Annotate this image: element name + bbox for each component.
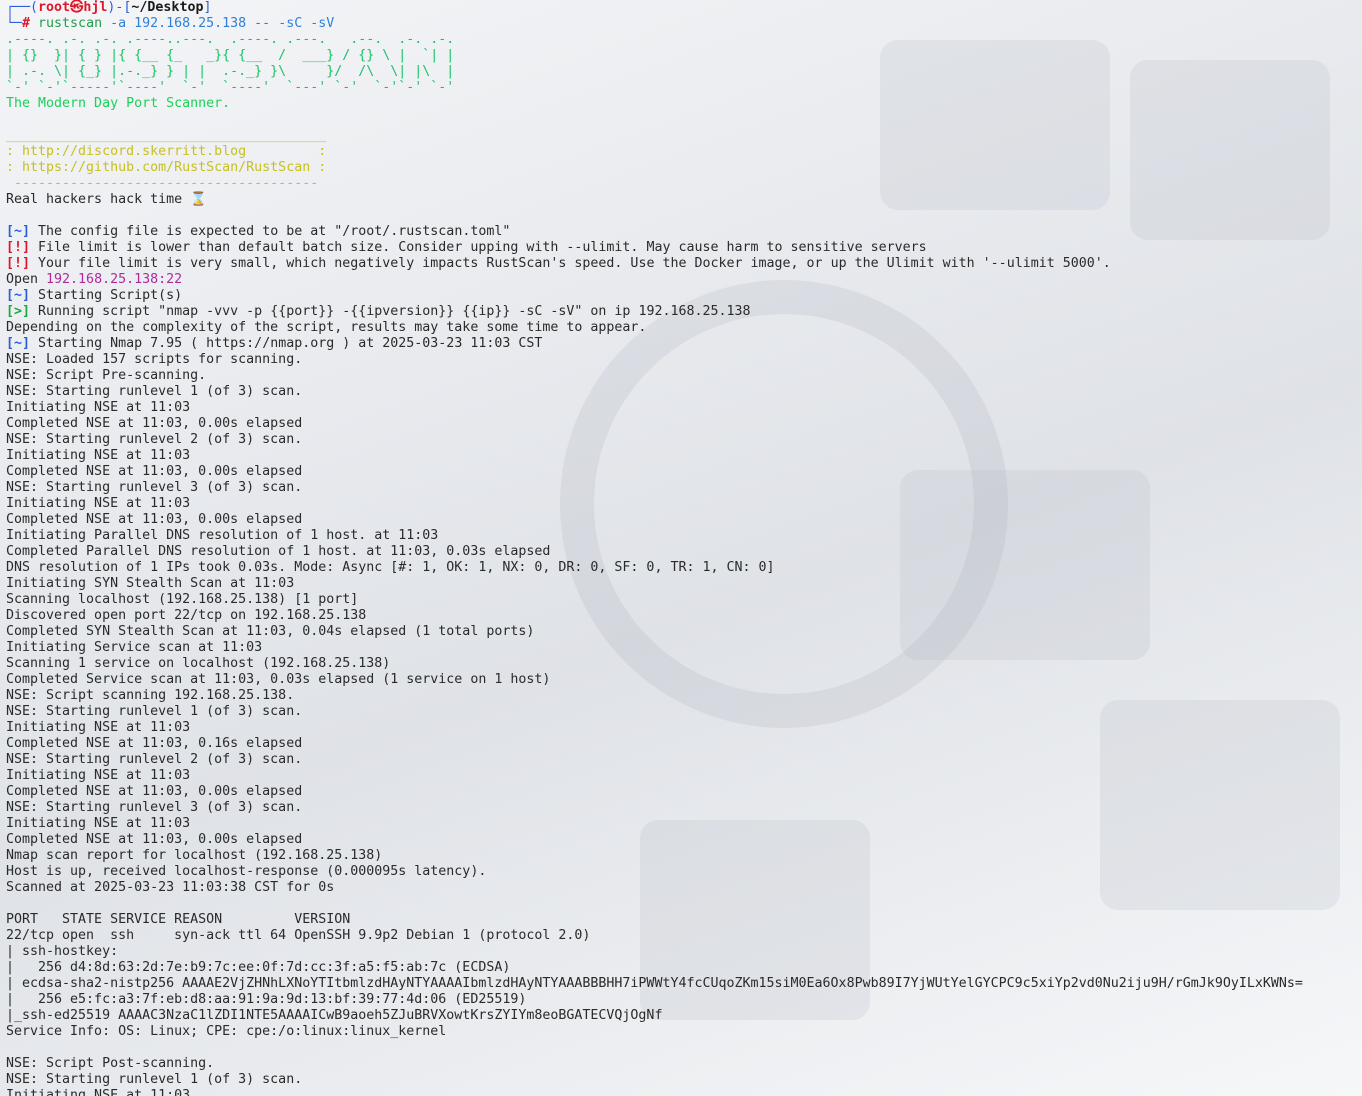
banner-line-1: .----. .-. .-. .----..---. .----. .---. …: [6, 32, 455, 47]
output-line: Service Info: OS: Linux; CPE: cpe:/o:lin…: [6, 1024, 447, 1039]
output-line: Completed NSE at 11:03, 0.00s elapsed: [6, 416, 303, 431]
output-line: NSE: Starting runlevel 1 (of 3) scan.: [6, 704, 303, 719]
output-line: Completed Parallel DNS resolution of 1 h…: [6, 544, 551, 559]
output-line: Host is up, received localhost-response …: [6, 864, 487, 879]
prompt-line-top: ┌──(root㉿hjl)-[~/Desktop]: [6, 0, 1356, 16]
output-line: | 256 e5:fc:a3:7f:eb:d8:aa:91:9a:9d:13:b…: [6, 992, 527, 1007]
open-target: 192.168.25.138:22: [46, 272, 183, 287]
output-line: Initiating NSE at 11:03: [6, 768, 191, 783]
script-message-line: [~] Starting Nmap 7.95 ( https://nmap.or…: [6, 336, 1356, 352]
status-message-tag: [!]: [6, 256, 31, 271]
output-line: Initiating NSE at 11:03: [6, 1088, 191, 1096]
open-port-line: Open 192.168.25.138:22: [6, 272, 1356, 288]
script-message-line: Depending on the complexity of the scrip…: [6, 320, 1356, 336]
banner-line-3: | .-. \| {_} |.-._} } | | .-._} }\ }/ /\…: [6, 64, 455, 79]
output-line: NSE: Script scanning 192.168.25.138.: [6, 688, 295, 703]
banner-line-4: `-' `-'`-----'`----' `-' `----' `---' `-…: [6, 80, 455, 95]
command-args: -a 192.168.25.138 -- -sC -sV: [102, 16, 335, 31]
output-line: NSE: Script Post-scanning.: [6, 1056, 215, 1071]
status-message-text: File limit is lower than default batch s…: [30, 240, 927, 255]
output-line: Scanning 1 service on localhost (192.168…: [6, 656, 391, 671]
output-line: Initiating NSE at 11:03: [6, 496, 191, 511]
prompt-directory: ~/Desktop: [131, 0, 204, 15]
output-line: Completed Service scan at 11:03, 0.03s e…: [6, 672, 551, 687]
script-message-text: Running script "nmap -vvv -p {{port}} -{…: [30, 304, 751, 319]
nmap-output: NSE: Loaded 157 scripts for scanning. NSE…: [6, 352, 1356, 1096]
status-message-line: [!] Your file limit is very small, which…: [6, 256, 1356, 272]
script-message-tag: [~]: [6, 288, 31, 303]
github-link[interactable]: : https://github.com/RustScan/RustScan :: [6, 160, 1356, 176]
prompt-frame-mid: )-[: [107, 0, 132, 15]
output-line: Completed NSE at 11:03, 0.00s elapsed: [6, 512, 303, 527]
script-message-tag: [>]: [6, 304, 31, 319]
output-line: Initiating NSE at 11:03: [6, 816, 191, 831]
output-line: Initiating NSE at 11:03: [6, 720, 191, 735]
output-line: NSE: Starting runlevel 3 (of 3) scan.: [6, 800, 303, 815]
output-line: Initiating NSE at 11:03: [6, 448, 191, 463]
tagline: The Modern Day Port Scanner.: [6, 96, 231, 111]
output-line: PORT STATE SERVICE REASON VERSION: [6, 912, 351, 927]
status-message-line: [~] The config file is expected to be at…: [6, 224, 1356, 240]
script-message-line: [~] Starting Script(s): [6, 288, 1356, 304]
output-line: NSE: Script Pre-scanning.: [6, 368, 207, 383]
prompt-frame-top: ┌──(: [6, 0, 39, 15]
status-message-line: [!] File limit is lower than default bat…: [6, 240, 1356, 256]
script-message-tag: [~]: [6, 336, 31, 351]
prompt-hash: #: [22, 16, 39, 31]
output-line: NSE: Starting runlevel 3 (of 3) scan.: [6, 480, 303, 495]
output-line: | ecdsa-sha2-nistp256 AAAAE2VjZHNhLXNoYT…: [6, 976, 1303, 991]
status-message-text: The config file is expected to be at "/r…: [30, 224, 511, 239]
output-line: Completed NSE at 11:03, 0.00s elapsed: [6, 784, 303, 799]
terminal-window[interactable]: ┌──(root㉿hjl)-[~/Desktop] └─# rustscan -…: [6, 0, 1356, 1096]
banner-line-2: | {} }| { } |{ {__ {_ _}{ {__ / ___} / {…: [6, 48, 455, 63]
output-line: Completed SYN Stealth Scan at 11:03, 0.0…: [6, 624, 535, 639]
output-line: Initiating Service scan at 11:03: [6, 640, 263, 655]
output-line: |_ssh-ed25519 AAAAC3NzaC1lZDI1NTE5AAAAIC…: [6, 1008, 663, 1023]
output-line: Initiating SYN Stealth Scan at 11:03: [6, 576, 295, 591]
output-line: Discovered open port 22/tcp on 192.168.2…: [6, 608, 367, 623]
status-message-tag: [~]: [6, 224, 31, 239]
output-line: Initiating Parallel DNS resolution of 1 …: [6, 528, 439, 543]
discord-link[interactable]: : http://discord.skerritt.blog :: [6, 144, 1356, 160]
output-line: Nmap scan report for localhost (192.168.…: [6, 848, 383, 863]
output-line: NSE: Loaded 157 scripts for scanning.: [6, 352, 303, 367]
info-rule-bottom: --------------------------------------: [6, 176, 319, 191]
quote-line: Real hackers hack time ⌛: [6, 192, 207, 207]
output-line: DNS resolution of 1 IPs took 0.03s. Mode…: [6, 560, 775, 575]
output-line: NSE: Starting runlevel 1 (of 3) scan.: [6, 1072, 303, 1087]
script-message-list: [~] Starting Script(s) [>] Running script…: [6, 288, 1356, 352]
output-line: | ssh-hostkey:: [6, 944, 127, 959]
output-line: 22/tcp open ssh syn-ack ttl 64 OpenSSH 9…: [6, 928, 591, 943]
output-line: Scanning localhost (192.168.25.138) [1 p…: [6, 592, 359, 607]
output-line: Completed NSE at 11:03, 0.00s elapsed: [6, 464, 303, 479]
output-line: | 256 d4:8d:63:2d:7e:b9:7c:ee:0f:7d:cc:3…: [6, 960, 511, 975]
script-message-line: [>] Running script "nmap -vvv -p {{port}…: [6, 304, 1356, 320]
prompt-frame-end: ]: [203, 0, 212, 15]
prompt-user-host: root㉿hjl: [38, 0, 108, 15]
status-message-text: Your file limit is very small, which neg…: [30, 256, 1111, 271]
output-line: NSE: Starting runlevel 2 (of 3) scan.: [6, 752, 303, 767]
output-line: Completed NSE at 11:03, 0.00s elapsed: [6, 832, 303, 847]
open-label: Open: [6, 272, 47, 287]
info-rule-top: ________________________________________: [6, 128, 327, 143]
command-name: rustscan: [38, 16, 103, 31]
script-message-text: Depending on the complexity of the scrip…: [6, 320, 647, 335]
output-line: Initiating NSE at 11:03: [6, 400, 191, 415]
output-line: Completed NSE at 11:03, 0.16s elapsed: [6, 736, 303, 751]
message-list: [~] The config file is expected to be at…: [6, 224, 1356, 272]
command-line: └─# rustscan -a 192.168.25.138 -- -sC -s…: [6, 16, 1356, 32]
output-line: Scanned at 2025-03-23 11:03:38 CST for 0…: [6, 880, 335, 895]
status-message-tag: [!]: [6, 240, 31, 255]
output-line: NSE: Starting runlevel 2 (of 3) scan.: [6, 432, 303, 447]
prompt-frame-bottom: └─: [6, 16, 23, 31]
script-message-text: Starting Script(s): [30, 288, 183, 303]
script-message-text: Starting Nmap 7.95 ( https://nmap.org ) …: [30, 336, 543, 351]
output-line: NSE: Starting runlevel 1 (of 3) scan.: [6, 384, 303, 399]
